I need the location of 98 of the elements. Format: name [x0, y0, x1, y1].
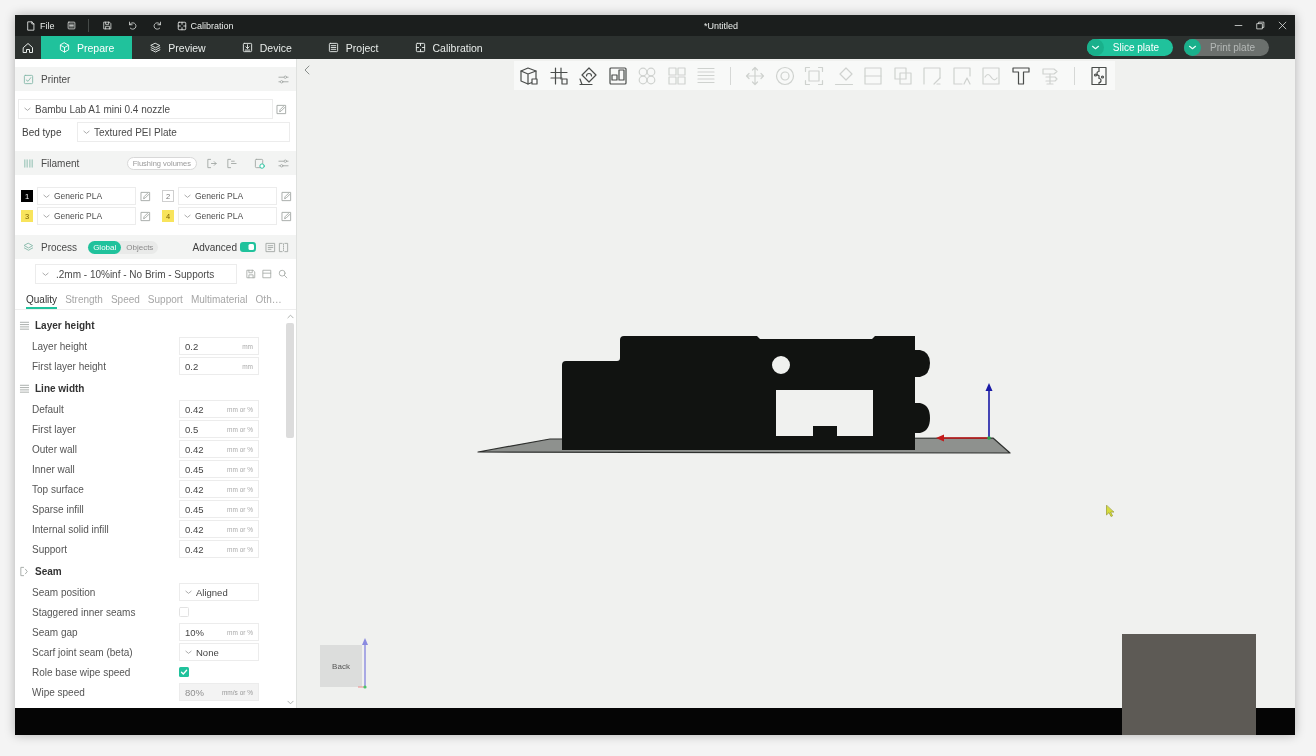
sliders-icon[interactable] [278, 73, 289, 85]
lines-icon [19, 319, 30, 331]
square-icon[interactable] [262, 269, 272, 279]
section-title: Printer [41, 73, 71, 85]
option-label: Seam gap [32, 626, 79, 638]
advanced-label: Advanced [192, 241, 237, 253]
dropdown-field[interactable]: Aligned [179, 583, 259, 601]
panels-icon[interactable] [607, 65, 628, 86]
grid-square-icon [414, 42, 426, 53]
bracket-line-icon[interactable] [226, 157, 237, 169]
chevron-down-icon [24, 106, 31, 112]
search-icon[interactable] [278, 269, 288, 279]
checkbox[interactable] [179, 667, 189, 677]
option-label: Support [32, 543, 69, 555]
dropdown-field[interactable]: None [179, 643, 259, 661]
bed-type-select[interactable]: Textured PEI Plate [77, 122, 290, 142]
grid-icon[interactable] [548, 65, 569, 86]
edit-icon[interactable] [281, 190, 292, 202]
chevron-left-icon[interactable] [304, 65, 310, 75]
axis-triad-drawing [358, 637, 370, 689]
option-label: Internal solid infill [32, 523, 110, 535]
caret-up-icon[interactable] [286, 314, 294, 319]
option-label: Staggered inner seams [32, 606, 137, 618]
model-part[interactable] [562, 336, 930, 450]
option-label: Sparse infill [32, 503, 85, 515]
cursor-icon [1106, 505, 1114, 517]
group-title: Line width [35, 382, 85, 394]
chevron-down-icon [43, 193, 50, 199]
sliders-icon[interactable] [278, 157, 289, 169]
chevron-down-icon [43, 213, 50, 219]
section-title: Filament [41, 157, 80, 169]
filament-select[interactable]: Generic PLA [178, 187, 277, 205]
bars-icon [23, 157, 34, 169]
lines-icon [19, 382, 30, 394]
grid-square-icon [176, 20, 187, 31]
bracket-icon [19, 565, 30, 577]
tab[interactable]: Calibration [396, 36, 501, 59]
option-label: Wipe speed [32, 686, 86, 698]
chevron-down-icon [42, 271, 49, 277]
caret-down-icon[interactable] [286, 700, 294, 705]
layers-icon [23, 241, 34, 253]
chevron-down-icon [83, 129, 90, 135]
option-label: Inner wall [32, 463, 76, 475]
text-icon[interactable] [1010, 65, 1031, 86]
axis-triad-drawing [936, 383, 993, 442]
edit-icon[interactable] [140, 190, 151, 202]
calibration-button[interactable]: Calibration [173, 18, 237, 33]
filament-select[interactable]: Generic PLA [178, 207, 277, 225]
close-icon[interactable] [1278, 21, 1287, 30]
redo-icon[interactable] [152, 21, 162, 30]
section-title: Process [41, 241, 78, 253]
group-title: Layer height [35, 319, 95, 331]
option-label: Role base wipe speed [32, 666, 132, 678]
edit-icon[interactable] [281, 210, 292, 222]
cube-icon [59, 42, 70, 53]
home-icon[interactable] [22, 41, 34, 54]
layers-icon [150, 42, 162, 53]
chevron-down-icon [185, 589, 192, 595]
caret-icon[interactable] [1086, 39, 1104, 56]
checkbox[interactable] [179, 607, 189, 617]
undo-icon[interactable] [127, 21, 137, 30]
puzzle-frame-icon[interactable] [1089, 65, 1109, 86]
scrollbar-thumb[interactable] [286, 323, 294, 438]
chevron-down-icon [184, 213, 191, 219]
tab[interactable]: Project [309, 36, 397, 59]
option-label: First layer [32, 423, 77, 435]
printer-select[interactable]: Bambu Lab A1 mini 0.4 nozzle [18, 99, 273, 119]
option-label: Seam position [32, 586, 97, 598]
option-label: Top surface [32, 483, 85, 495]
option-label: Scarf joint seam (beta) [32, 646, 134, 658]
chevron-down-icon [185, 649, 192, 655]
tab[interactable]: Device [223, 36, 310, 59]
restore-icon[interactable] [1256, 21, 1265, 30]
download-box-icon [241, 42, 253, 53]
group-title: Seam [35, 565, 62, 577]
window-title: *Untitled [704, 20, 739, 31]
checked-square-icon [23, 73, 34, 85]
edit-icon[interactable] [276, 103, 287, 115]
option-label: Outer wall [32, 443, 78, 455]
option-label: First layer height [32, 360, 107, 372]
option-label: Default [32, 403, 65, 415]
file-icon [26, 20, 36, 31]
bracket-arrow-icon[interactable] [206, 157, 217, 169]
view-cube[interactable]: Back [320, 645, 362, 687]
list-icon [327, 42, 339, 53]
filament-select[interactable]: Generic PLA [37, 187, 136, 205]
file-menu[interactable]: File [23, 18, 58, 33]
process-preset-select[interactable]: .2mm - 10%inf - No Brim - Supports [35, 264, 237, 284]
split-icon[interactable] [278, 241, 289, 253]
option-label: Layer height [32, 340, 89, 352]
tab[interactable]: Preview [132, 36, 224, 59]
edit-icon[interactable] [140, 210, 151, 222]
chevron-down-icon [184, 193, 191, 199]
cube-icon[interactable] [519, 65, 539, 86]
settings-tab[interactable]: Quality [26, 291, 58, 309]
toggle-switch[interactable] [240, 242, 256, 252]
filament-select[interactable]: Generic PLA [37, 207, 136, 225]
field-label: Bed type [22, 126, 63, 138]
